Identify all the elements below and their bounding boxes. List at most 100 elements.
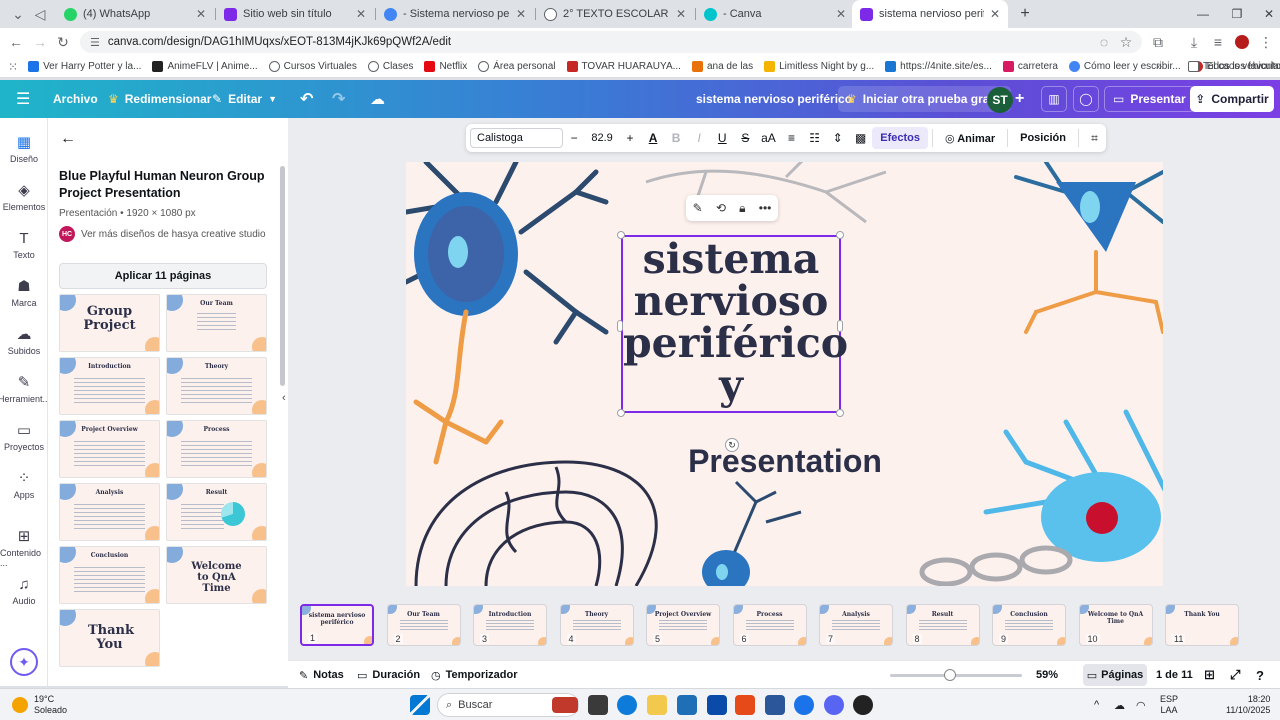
browser-tab-active[interactable]: sistema nervioso periférico - Pr ✕	[852, 0, 1008, 28]
strikethrough-icon[interactable]: S	[734, 131, 757, 145]
profile-icon[interactable]	[1232, 32, 1252, 52]
rail-item-herramientas[interactable]: ✎ Herramient...	[0, 372, 50, 404]
bookmark[interactable]: ana de las	[691, 61, 753, 72]
word-icon[interactable]	[765, 695, 785, 715]
chrome-menu-icon[interactable]: ⋮	[1256, 32, 1276, 52]
animate-button[interactable]: ◎ Animar	[937, 132, 1003, 145]
template-thumb[interactable]: Project Overview	[59, 420, 160, 478]
bookmark[interactable]: Clases	[367, 61, 413, 72]
list-icon[interactable]: ☷	[803, 131, 826, 145]
resize-button[interactable]: ♛ Redimensionar	[108, 80, 211, 118]
rail-item-elementos[interactable]: ◈ Elementos	[0, 180, 48, 212]
share-button[interactable]: ⇪ Compartir	[1190, 86, 1274, 112]
site-settings-icon[interactable]: ☰	[90, 36, 100, 49]
mute-icon[interactable]: ◁	[30, 4, 50, 24]
magic-write-icon[interactable]: ✎	[693, 201, 703, 215]
zoom-slider-handle[interactable]	[943, 669, 956, 681]
reload-icon[interactable]: ↻	[53, 32, 73, 52]
font-size-field[interactable]: 82.9	[586, 132, 619, 144]
template-thumb[interactable]: Group Project	[59, 294, 160, 352]
transparency-icon[interactable]: ▩	[849, 131, 872, 145]
close-tab-icon[interactable]: ✕	[356, 7, 366, 21]
template-thumb[interactable]: Introduction	[59, 357, 160, 415]
trial-button[interactable]: ♛ Iniciar otra prueba gratis	[838, 86, 1012, 112]
bookmark[interactable]: https://4nite.site/es...	[885, 61, 992, 72]
rail-item-proyectos[interactable]: ▭ Proyectos	[0, 420, 48, 452]
notes-button[interactable]: ✎ Notas	[299, 661, 344, 689]
letter-case-icon[interactable]: aA	[757, 131, 780, 145]
add-collaborator-icon[interactable]: +	[1015, 80, 1024, 118]
close-tab-icon[interactable]: ✕	[196, 7, 206, 21]
rail-item-subidos[interactable]: ☁ Subidos	[0, 324, 48, 356]
browser-tab-sitio-web[interactable]: Sitio web sin título ✕	[216, 0, 374, 28]
browser-tab-pdf[interactable]: 2° TEXTO ESCOLAR 1.pdf ✕	[536, 0, 694, 28]
page-thumbnail[interactable]: sistema nervioso periférico 1	[300, 604, 374, 646]
back-arrow-icon[interactable]: ←	[60, 130, 76, 148]
browser-tab-canva[interactable]: - Canva ✕	[696, 0, 854, 28]
rail-item-contenido[interactable]: ⊞ Contenido ...	[0, 526, 48, 568]
file-menu[interactable]: Archivo	[53, 80, 98, 118]
rail-item-texto[interactable]: T Texto	[0, 228, 48, 260]
page-thumbnail[interactable]: Welcome to QnA Time 10	[1078, 604, 1153, 646]
edge-icon[interactable]	[617, 695, 637, 715]
forward-icon[interactable]: →	[30, 32, 50, 52]
apps-grid-icon[interactable]: ⁙	[8, 60, 18, 74]
template-thumb[interactable]: Analysis	[59, 483, 160, 541]
bookmark[interactable]: Netflix	[424, 61, 467, 72]
bookmark[interactable]: carretera	[1002, 61, 1058, 72]
page-thumbnail[interactable]: Analysis 7	[819, 604, 893, 646]
bookmark-star-icon[interactable]: ☆	[1116, 32, 1136, 52]
wifi-icon[interactable]: ◠	[1136, 689, 1146, 720]
minimize-button[interactable]: —	[1186, 0, 1220, 28]
browser-tab-google[interactable]: - Sistema nervioso periférico. - ✕	[376, 0, 534, 28]
timer-button[interactable]: ◷ Temporizador	[431, 661, 518, 689]
bookmark[interactable]: Cómo leer y escribir...	[1068, 61, 1181, 72]
rotate-copy-icon[interactable]: ⟲	[716, 201, 726, 215]
grid-view-icon[interactable]: ⊞	[1204, 661, 1215, 689]
page-thumbnail[interactable]: Theory 4	[559, 604, 634, 646]
template-thumb[interactable]: Theory	[166, 357, 267, 415]
network-icon[interactable]: ☁	[1114, 689, 1125, 720]
template-thumb[interactable]: Process	[166, 420, 267, 478]
new-tab-button[interactable]: +	[1008, 0, 1042, 28]
address-bar[interactable]: ☰ canva.com/design/DAG1hIMUqxs/xEOT-813M…	[80, 31, 1142, 53]
page-thumbnail[interactable]: Project Overview 5	[646, 604, 720, 646]
avatar[interactable]: ST	[987, 87, 1013, 113]
extensions-icon[interactable]: ⧉	[1148, 32, 1168, 52]
weather-widget[interactable]: 19°C Soleado	[12, 689, 67, 720]
underline-icon[interactable]: U	[711, 131, 734, 145]
resize-handle[interactable]	[617, 409, 625, 417]
more-options-icon[interactable]: •••	[759, 201, 772, 215]
analytics-icon[interactable]: ▥	[1041, 86, 1067, 112]
rail-item-apps[interactable]: ⁘ Apps	[0, 468, 48, 500]
redo-icon[interactable]: ↷	[332, 80, 345, 118]
template-thumb[interactable]: Welcome to QnA Time	[166, 546, 267, 604]
position-button[interactable]: Posición	[1012, 132, 1074, 144]
hamburger-icon[interactable]: ☰	[16, 80, 30, 118]
apply-pages-button[interactable]: Aplicar 11 páginas	[59, 263, 267, 289]
help-icon[interactable]: ?	[1256, 661, 1264, 689]
bookmark[interactable]: Ver Harry Potter y la...	[28, 61, 141, 72]
slide-subtitle-text[interactable]: Presentation	[640, 443, 930, 480]
comment-icon[interactable]: ◯	[1073, 86, 1099, 112]
lock-icon[interactable]: 🔒︎	[739, 201, 745, 216]
bookmark[interactable]: TOVAR HUARAUYA...	[566, 61, 681, 72]
rail-item-marca[interactable]: ☗ Marca	[0, 276, 48, 308]
page-thumbnail[interactable]: Process 6	[732, 604, 807, 646]
pages-toggle-button[interactable]: ▭ Páginas	[1083, 664, 1147, 686]
language-indicator[interactable]: ESP LAA	[1160, 689, 1178, 720]
page-thumbnail[interactable]: Conclusion 9	[992, 604, 1066, 646]
bookmark[interactable]: Área personal	[478, 61, 556, 72]
panel-scrollbar[interactable]	[280, 166, 285, 386]
zoom-slider[interactable]	[890, 674, 1022, 677]
fullscreen-icon[interactable]: ⤢	[1230, 661, 1240, 689]
brave-icon[interactable]	[735, 695, 755, 715]
close-tab-icon[interactable]: ✕	[990, 7, 1000, 21]
rail-item-audio[interactable]: ♫ Audio	[0, 574, 48, 606]
page-thumbnail[interactable]: Result 8	[905, 604, 980, 646]
page-thumbnail[interactable]: Introduction 3	[473, 604, 547, 646]
undo-icon[interactable]: ↶	[300, 80, 313, 118]
effects-button[interactable]: Efectos	[872, 127, 929, 149]
close-tab-icon[interactable]: ✕	[516, 7, 526, 21]
bookmark[interactable]: Limitless Night by g...	[764, 61, 874, 72]
